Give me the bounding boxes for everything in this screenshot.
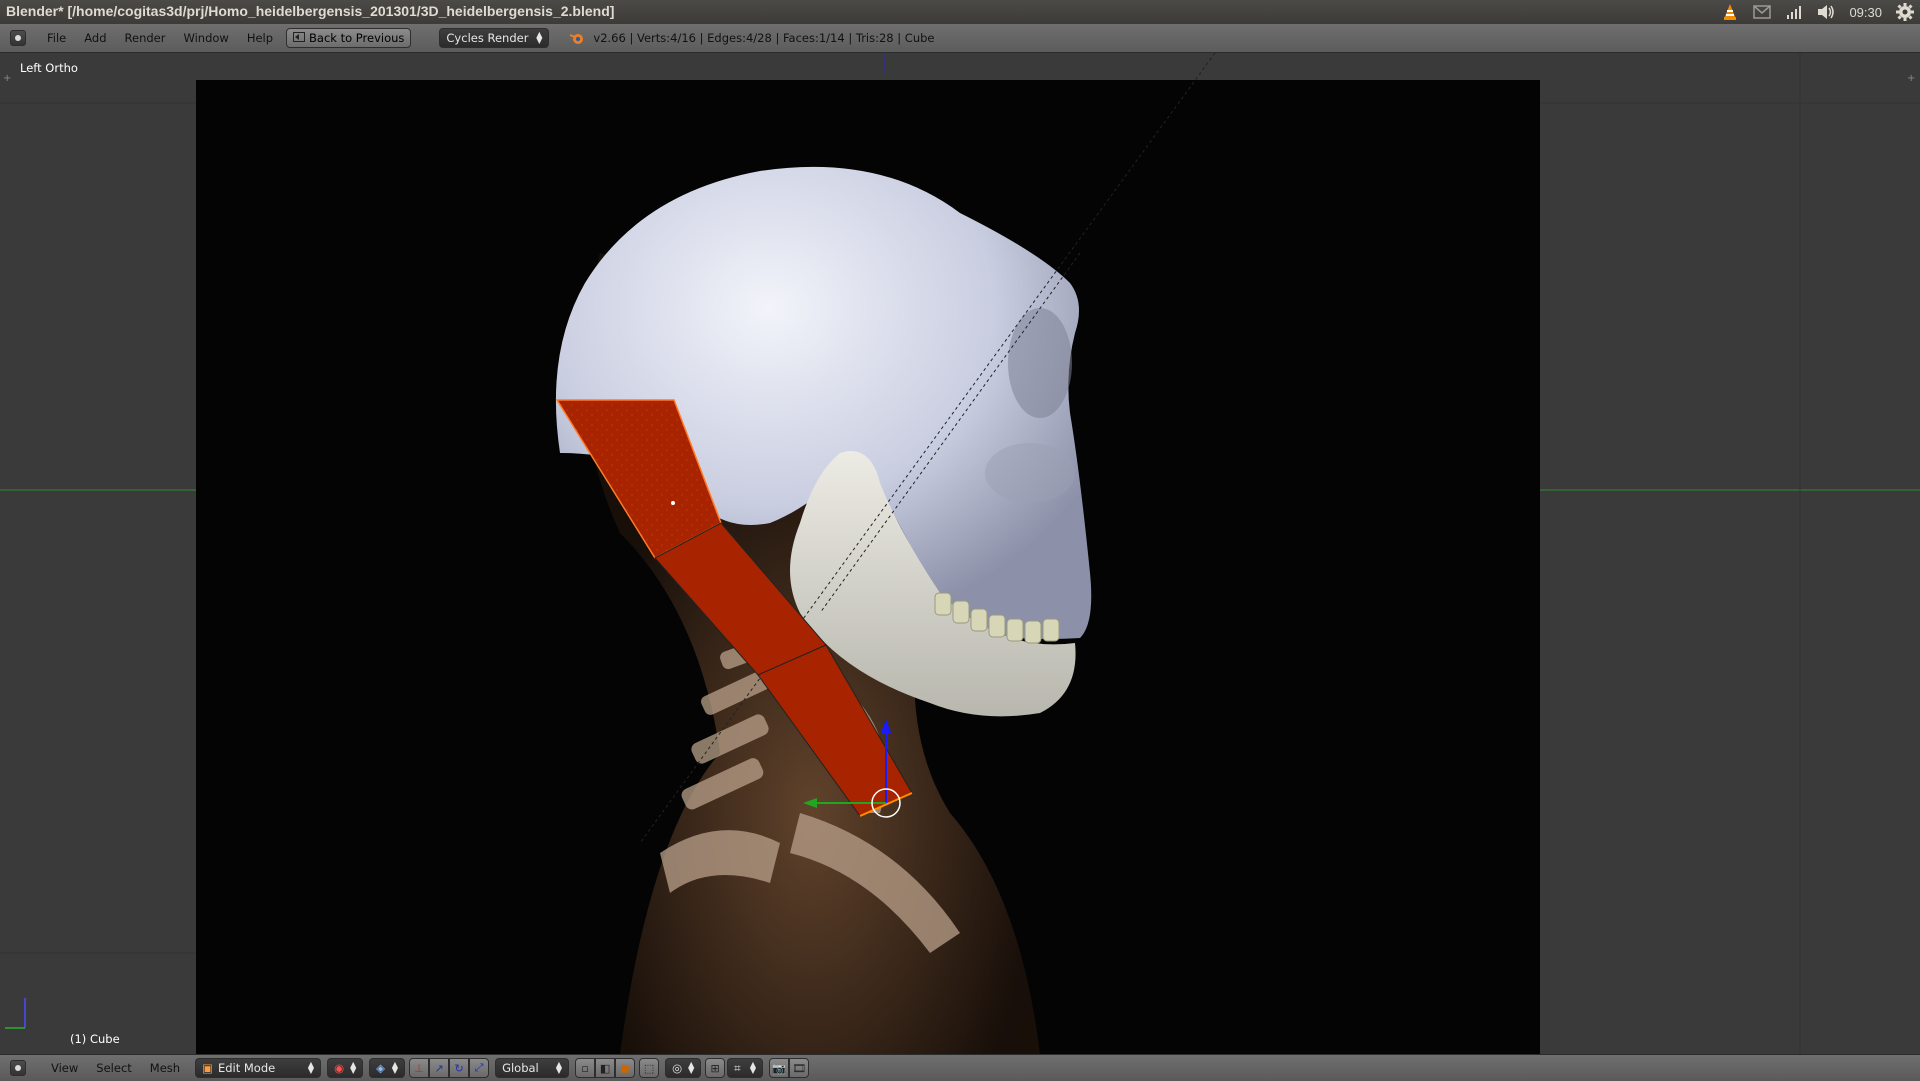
- rotate-manipulator-icon[interactable]: ↻: [449, 1058, 470, 1078]
- scale-manipulator-icon[interactable]: ⤢: [469, 1058, 490, 1078]
- render-engine-label: Cycles Render: [446, 31, 529, 45]
- window-title: Blender* [/home/cogitas3d/prj/Homo_heide…: [6, 3, 615, 19]
- editor-type-button[interactable]: [10, 30, 26, 46]
- face-center-dot: [671, 501, 675, 505]
- background-reference-image: [196, 80, 1540, 1054]
- edit-mode-icon: ▣: [202, 1061, 213, 1075]
- snap-element-dropdown[interactable]: ⌗ ▲ ▼: [727, 1058, 764, 1078]
- mail-icon[interactable]: [1753, 3, 1772, 21]
- snap-element-icon: ⌗: [734, 1060, 741, 1075]
- updown-arrows-icon: ▲ ▼: [536, 30, 543, 45]
- volume-icon[interactable]: [1817, 3, 1835, 21]
- menu-window[interactable]: Window: [174, 31, 237, 45]
- scene-stats: v2.66 | Verts:4/16 | Edges:4/28 | Faces:…: [593, 31, 935, 45]
- updown-arrows-icon: ▲ ▼: [555, 1060, 563, 1075]
- viewport-shading-dropdown[interactable]: ◉ ▲ ▼: [327, 1058, 364, 1078]
- view-label: Left Ortho: [20, 61, 78, 75]
- info-header: File Add Render Window Help Back to Prev…: [0, 24, 1920, 53]
- clock[interactable]: 09:30: [1849, 5, 1882, 20]
- pivot-icon: ◈: [376, 1061, 385, 1075]
- system-tray: 09:30: [1721, 2, 1914, 22]
- menu-render[interactable]: Render: [116, 31, 175, 45]
- opengl-animation-icon[interactable]: 🎞: [789, 1058, 810, 1078]
- view-axis-indicator: [5, 998, 26, 1029]
- updown-arrows-icon: ▲ ▼: [749, 1060, 757, 1075]
- translate-manipulator-icon[interactable]: ↗: [429, 1058, 450, 1078]
- shading-solid-icon: ◉: [334, 1061, 345, 1075]
- updown-arrows-icon: ▲ ▼: [350, 1060, 357, 1075]
- 3d-view-header: View Select Mesh ▣ Edit Mode ▲ ▼ ◉ ▲ ▼ ◈ ▲…: [0, 1054, 1920, 1081]
- proportional-editing-dropdown[interactable]: ◎ ▲ ▼: [665, 1058, 702, 1078]
- menu-file[interactable]: File: [38, 31, 75, 45]
- menu-help[interactable]: Help: [238, 31, 282, 45]
- back-to-previous-label: Back to Previous: [309, 31, 405, 45]
- snap-toggle-icon[interactable]: ⊞: [705, 1058, 726, 1078]
- menu-select[interactable]: Select: [87, 1061, 140, 1075]
- viewport-scene[interactable]: + +: [0, 53, 1920, 1054]
- menu-mesh[interactable]: Mesh: [141, 1061, 189, 1075]
- menu-view[interactable]: View: [42, 1061, 87, 1075]
- active-object-label: (1) Cube: [70, 1032, 120, 1046]
- blender-logo-icon: [569, 30, 585, 46]
- limit-selection-icon[interactable]: ⬚: [639, 1058, 660, 1078]
- network-icon[interactable]: [1785, 3, 1803, 21]
- updown-arrows-icon: ▲ ▼: [391, 1060, 399, 1075]
- mode-dropdown[interactable]: ▣ Edit Mode ▲ ▼: [195, 1058, 322, 1078]
- region-corner-widget[interactable]: +: [3, 73, 11, 84]
- face-select-icon[interactable]: ◼: [615, 1058, 636, 1078]
- settings-gear-icon[interactable]: [1896, 3, 1914, 21]
- opengl-render-icon[interactable]: 📷: [769, 1058, 790, 1078]
- proportional-edit-icon: ◎: [672, 1061, 683, 1075]
- back-to-previous-button[interactable]: Back to Previous: [286, 28, 412, 48]
- mode-label: Edit Mode: [217, 1061, 276, 1075]
- os-titlebar: Blender* [/home/cogitas3d/prj/Homo_heide…: [0, 0, 1920, 24]
- vertex-select-icon[interactable]: ▫: [575, 1058, 596, 1078]
- orientation-label: Global: [502, 1061, 539, 1075]
- edge-select-icon[interactable]: ◧: [595, 1058, 616, 1078]
- editor-type-button[interactable]: [10, 1060, 26, 1076]
- updown-arrows-icon: ▲ ▼: [307, 1060, 315, 1075]
- vlc-icon[interactable]: [1721, 3, 1739, 21]
- transform-orientation-dropdown[interactable]: Global ▲ ▼: [495, 1058, 570, 1078]
- manipulator-toggle-icon[interactable]: ⊥: [409, 1058, 430, 1078]
- menu-add[interactable]: Add: [75, 31, 115, 45]
- pivot-point-dropdown[interactable]: ◈ ▲ ▼: [369, 1058, 406, 1078]
- updown-arrows-icon: ▲ ▼: [688, 1060, 695, 1075]
- back-screen-icon: [293, 31, 306, 45]
- render-engine-dropdown[interactable]: Cycles Render ▲ ▼: [439, 28, 550, 48]
- region-corner-widget[interactable]: +: [1907, 73, 1915, 84]
- 3d-viewport[interactable]: + + Left Ortho (1) Cube: [0, 53, 1920, 1054]
